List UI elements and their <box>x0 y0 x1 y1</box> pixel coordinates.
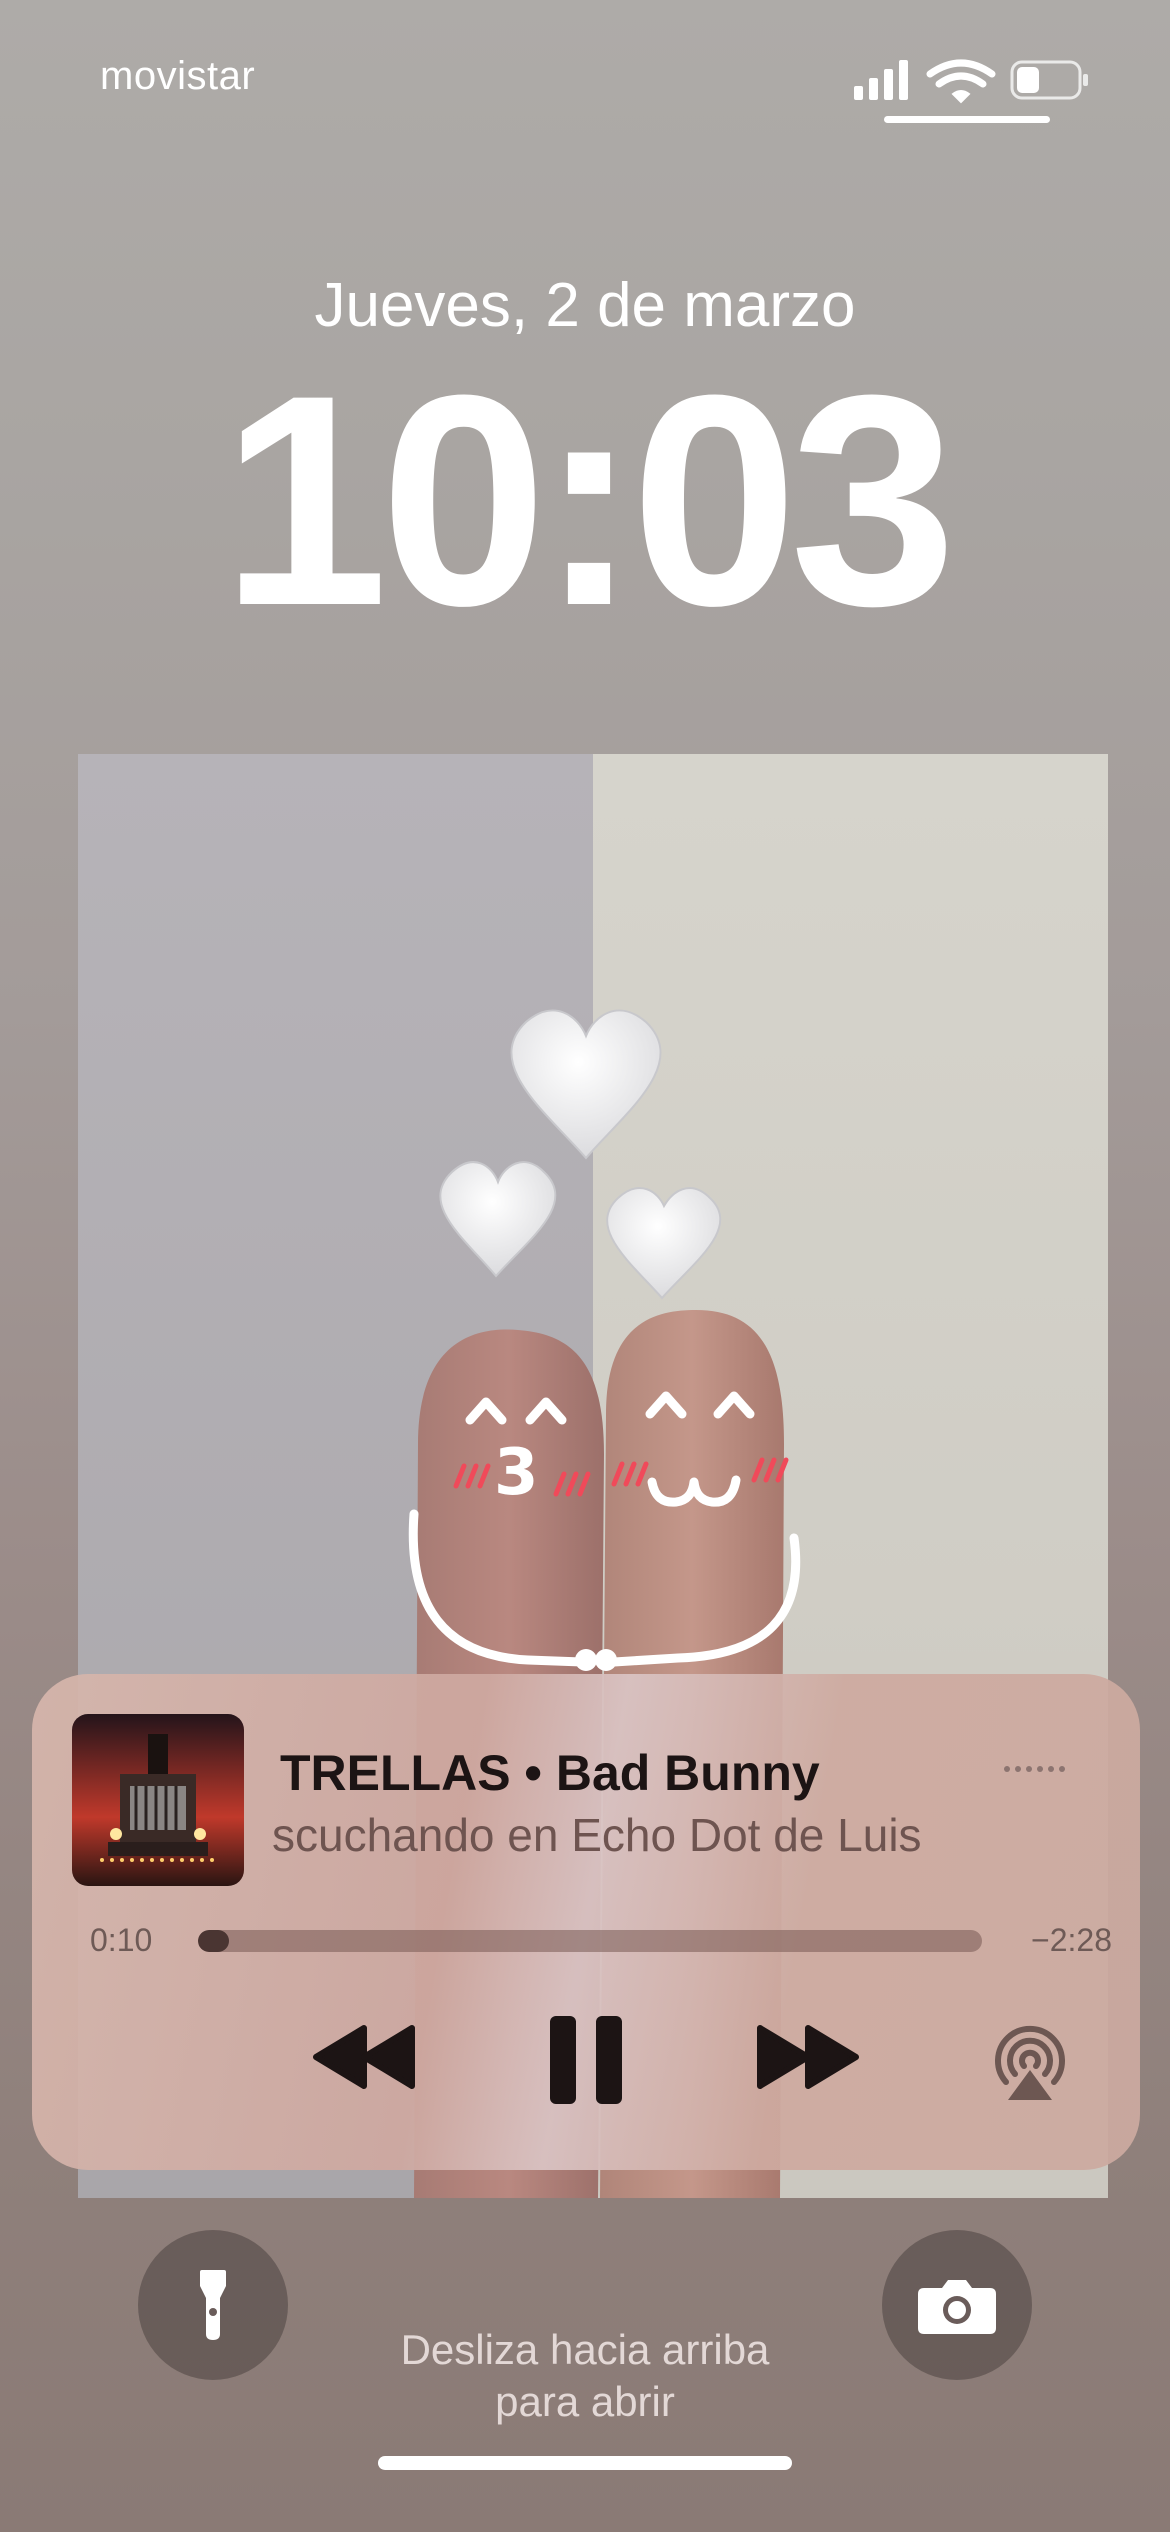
rewind-icon <box>313 2025 415 2089</box>
control-center-indicator <box>884 116 1050 123</box>
cellular-signal-icon <box>854 60 908 100</box>
lock-screen-date: Jueves, 2 de marzo <box>314 271 856 340</box>
playback-device: scuchando en Echo Dot de Luis <box>272 1809 922 1861</box>
hint-line-2: para abrir <box>495 2378 675 2425</box>
lock-screen-clock: 10:03 <box>221 332 956 668</box>
remaining-time: −2:28 <box>1031 1922 1112 1958</box>
playback-progress <box>198 1930 230 1952</box>
album-art[interactable] <box>72 1714 244 1886</box>
playback-scrubber[interactable] <box>198 1930 982 1952</box>
pause-button[interactable] <box>548 2014 624 2106</box>
pause-icon <box>550 2016 622 2104</box>
carrier-name: movistar <box>100 54 256 98</box>
wifi-icon <box>926 59 996 104</box>
left-face-mouth: 3 <box>494 1436 539 1510</box>
elapsed-time: 0:10 <box>90 1922 153 1958</box>
swipe-up-hint: Desliza hacia arriba para abrir <box>0 2324 1170 2428</box>
now-playing-widget[interactable]: TRELLAS • Bad Bunny scuchando en Echo Do… <box>32 1674 1140 2170</box>
hint-line-1: Desliza hacia arriba <box>400 2326 770 2373</box>
status-icons <box>850 56 1090 104</box>
fast-forward-button[interactable] <box>756 2022 860 2092</box>
battery-icon <box>1010 60 1088 100</box>
rewind-button[interactable] <box>312 2022 416 2092</box>
track-title[interactable]: TRELLAS • Bad Bunny <box>280 1744 980 1802</box>
more-options-icon[interactable] <box>1002 1754 1072 1784</box>
fast-forward-icon <box>757 2025 859 2089</box>
airplay-icon <box>995 2025 1065 2100</box>
airplay-button[interactable] <box>990 2024 1070 2104</box>
home-indicator[interactable] <box>378 2456 792 2470</box>
